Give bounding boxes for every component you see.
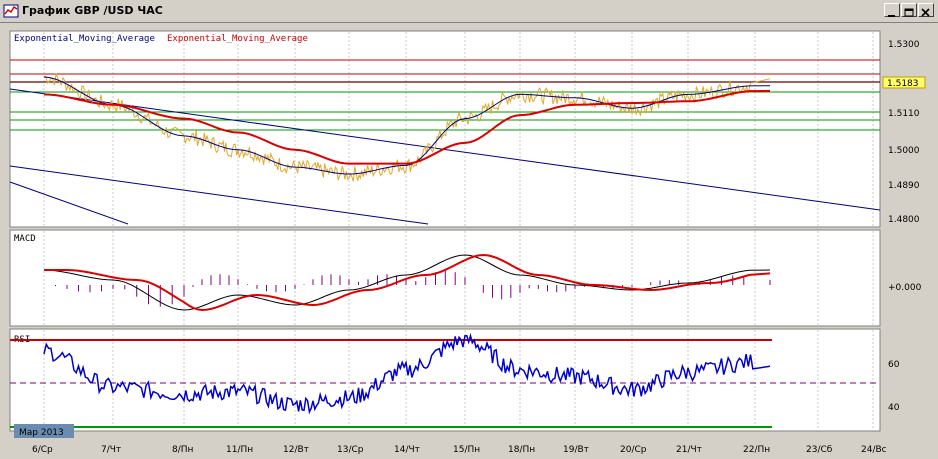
x-axis-tick: 18/Пн: [508, 445, 535, 455]
x-axis-tick: 6/Ср: [32, 445, 53, 455]
x-axis-tick: 22/Пн: [743, 445, 770, 455]
x-axis-tick: 23/Сб: [806, 445, 833, 455]
x-axis-tick: 7/Чт: [101, 445, 121, 455]
month-badge-text: Мар 2013: [19, 428, 64, 438]
x-axis-tick: 24/Вс: [861, 445, 887, 455]
x-axis-tick: 12/Вт: [283, 445, 309, 455]
rsi-y-tick: 40: [888, 403, 900, 413]
x-axis-tick: 11/Пн: [226, 445, 253, 455]
rsi-panel: [9, 328, 881, 432]
price-tag-value: 1.5183: [887, 79, 919, 89]
macd-label: MACD: [14, 234, 36, 244]
maximize-button[interactable]: [901, 3, 917, 17]
minimize-button[interactable]: [884, 3, 900, 17]
chart-app-icon: [3, 4, 19, 18]
close-button[interactable]: [918, 3, 934, 17]
macd-y-tick: +0.000: [888, 283, 922, 293]
x-axis-tick: 13/Ср: [337, 445, 364, 455]
legend-ema-fast: Exponential_Moving_Average: [14, 34, 155, 44]
x-axis: 6/Ср 7/Чт 8/Пн 11/Пн 12/Вт 13/Ср 14/Чт 15/Пн 18/…: [32, 445, 887, 455]
price-y-tick: 1.5300: [888, 40, 920, 50]
price-y-tick: 1.4800: [888, 215, 920, 225]
x-axis-tick: 8/Пн: [172, 445, 194, 455]
maximize-icon: [904, 8, 914, 17]
legend-ema-slow: Exponential_Moving_Average: [167, 34, 308, 44]
price-y-tick: 1.4890: [888, 181, 920, 191]
rsi-y-tick: 60: [888, 360, 900, 370]
price-y-tick: 1.5110: [888, 109, 920, 119]
window-title: График GBP /USD ЧАС: [22, 4, 163, 17]
chart-window: График GBP /USD ЧАС Exponential_Moving_A…: [0, 0, 938, 459]
x-axis-tick: 14/Чт: [394, 445, 420, 455]
x-axis-tick: 20/Ср: [620, 445, 647, 455]
minimize-icon: [888, 15, 895, 17]
x-axis-tick: 15/Пн: [453, 445, 480, 455]
price-y-tick: 1.5000: [888, 146, 920, 156]
x-axis-tick: 19/Вт: [563, 445, 589, 455]
chart-canvas[interactable]: Exponential_Moving_Average Exponential_M…: [0, 22, 938, 459]
title-bar[interactable]: График GBP /USD ЧАС: [0, 0, 938, 23]
x-axis-tick: 21/Чт: [676, 445, 702, 455]
close-icon: [921, 8, 930, 17]
